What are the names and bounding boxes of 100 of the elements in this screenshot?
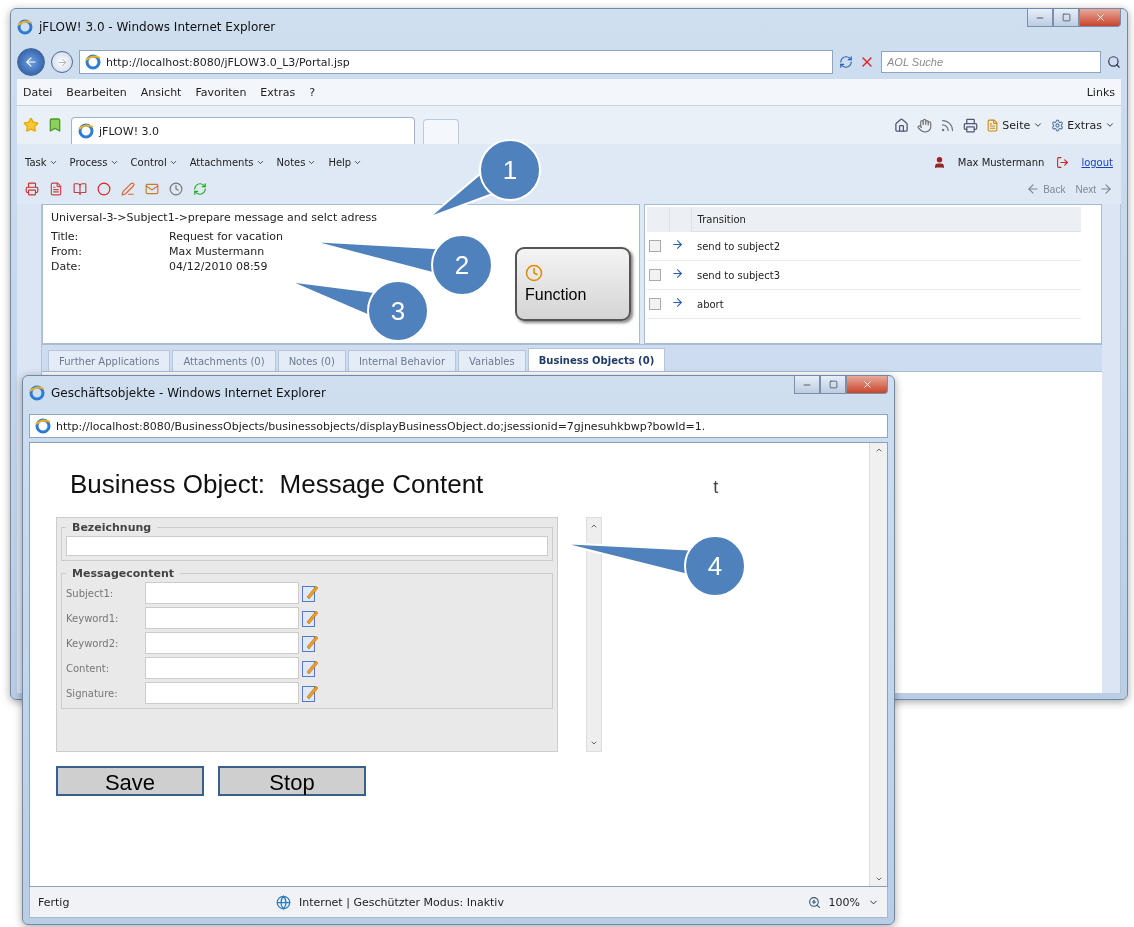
page-heading: Business Object: Message Content: [70, 469, 484, 500]
app-menu-item[interactable]: Task: [25, 156, 58, 168]
scrollbar[interactable]: [586, 517, 602, 752]
app-menu-item[interactable]: Control: [130, 156, 178, 168]
table-cell[interactable]: send to subject3: [691, 260, 1081, 290]
pen-icon[interactable]: [121, 182, 135, 196]
edit-icon[interactable]: [302, 634, 318, 652]
mail-icon[interactable]: [145, 182, 159, 196]
star-icon[interactable]: [23, 117, 39, 133]
logout-link[interactable]: logout: [1081, 156, 1113, 168]
app-menu-item[interactable]: Attachments: [189, 156, 265, 168]
checkbox[interactable]: [649, 298, 661, 310]
printer-icon[interactable]: [963, 117, 979, 133]
field-label: Date:: [51, 260, 82, 273]
menu-item[interactable]: Datei: [23, 85, 53, 99]
close-button[interactable]: [1079, 9, 1121, 27]
scrollbar[interactable]: [869, 443, 887, 886]
command-menu[interactable]: Extras: [1051, 118, 1115, 132]
search-field[interactable]: AOL Suche: [881, 51, 1101, 73]
menu-item[interactable]: Ansicht: [140, 85, 182, 99]
checkbox[interactable]: [649, 269, 661, 281]
edit-icon[interactable]: [302, 584, 318, 602]
input-field[interactable]: [145, 582, 299, 604]
browser-tab[interactable]: jFLOW! 3.0: [71, 117, 415, 144]
user-icon: [932, 155, 946, 169]
hand-icon[interactable]: [917, 117, 933, 133]
table-cell[interactable]: abort: [691, 289, 1081, 319]
tab[interactable]: Attachments (0): [172, 350, 276, 371]
refresh-icon[interactable]: [839, 55, 853, 69]
stop-button[interactable]: Stop: [218, 766, 366, 796]
tab[interactable]: Internal Behavior: [347, 350, 456, 371]
page-icon: [986, 118, 1000, 132]
user-name: Max Mustermann: [957, 156, 1045, 168]
links-label[interactable]: Links: [1086, 85, 1115, 99]
globe-icon: [276, 894, 291, 910]
zoom-icon[interactable]: [807, 895, 821, 909]
circle-icon[interactable]: [97, 182, 111, 196]
app-menu-item[interactable]: Help: [328, 156, 363, 168]
app-menu-item[interactable]: Process: [69, 156, 119, 168]
command-menu[interactable]: Seite: [986, 118, 1044, 132]
minimize-button[interactable]: [1027, 9, 1053, 27]
menu-item[interactable]: Extras: [260, 85, 296, 99]
search-icon[interactable]: [1107, 55, 1121, 69]
callout-number: 4: [707, 551, 723, 581]
input-field[interactable]: [145, 607, 299, 629]
tab[interactable]: Further Applications: [48, 350, 171, 371]
document-icon[interactable]: [49, 182, 63, 196]
close-button[interactable]: [846, 376, 888, 394]
logout-icon[interactable]: [1056, 155, 1070, 169]
browser-icon: [29, 385, 45, 401]
edit-icon[interactable]: [302, 659, 318, 677]
app-menu-item[interactable]: Notes: [276, 156, 317, 168]
edit-icon[interactable]: [302, 684, 318, 702]
bookmark-icon[interactable]: [47, 117, 63, 133]
clock-icon[interactable]: [169, 182, 183, 196]
caret-icon: [1033, 120, 1044, 130]
input-field[interactable]: [145, 682, 299, 704]
field-value: Request for vacation: [169, 230, 283, 243]
tab[interactable]: Notes (0): [277, 350, 346, 371]
maximize-button[interactable]: [820, 376, 846, 394]
menu-item[interactable]: ?: [309, 85, 315, 99]
input-field[interactable]: [145, 657, 299, 679]
book-icon[interactable]: [73, 182, 87, 196]
table-cell[interactable]: send to subject2: [691, 231, 1081, 261]
checkbox[interactable]: [649, 239, 661, 252]
browser-icon: [35, 418, 51, 434]
zoom-level[interactable]: 100%: [828, 895, 860, 909]
input-field[interactable]: [66, 536, 548, 556]
window-title: Geschäftsobjekte - Windows Internet Explorer: [51, 386, 327, 400]
maximize-button[interactable]: [1053, 9, 1079, 27]
function-button[interactable]: Function: [515, 247, 631, 321]
address-field[interactable]: http://localhost:8080/BusinessObjects/businessobjects/displayBusinessObject.do;jsessionid=7gjnesuhkbwp?bowId=1.: [29, 414, 888, 438]
tab[interactable]: Variables: [458, 350, 526, 371]
clock-icon: [525, 264, 543, 282]
fieldset-legend: Messagecontent: [66, 567, 180, 580]
address-field[interactable]: http://localhost:8080/jFLOW3.0_L3/Portal.jsp: [79, 50, 833, 74]
arrow-left-icon: [1026, 182, 1041, 196]
edit-icon[interactable]: [302, 609, 318, 627]
feed-icon[interactable]: [940, 117, 956, 133]
maximize-icon: [1061, 13, 1071, 22]
menu-item[interactable]: Bearbeiten: [66, 85, 127, 99]
maximize-icon: [828, 380, 838, 389]
menu-item[interactable]: Favoriten: [195, 85, 247, 99]
minimize-button[interactable]: [794, 376, 820, 394]
column-header: Transition: [691, 207, 1081, 232]
caret-up-icon[interactable]: [590, 522, 598, 530]
refresh-icon[interactable]: [193, 182, 207, 196]
address-text: http://localhost:8080/BusinessObjects/businessobjects/displayBusinessObject.do;jsessionid=7gjnesuhkbwp?bowId=1.: [56, 419, 706, 433]
home-icon[interactable]: [894, 117, 910, 133]
save-button[interactable]: Save: [56, 766, 204, 796]
caret-up-icon[interactable]: [874, 446, 883, 454]
printer-icon[interactable]: [25, 182, 39, 196]
arrow-left-icon: [24, 55, 38, 69]
field-value: Max Mustermann: [169, 245, 265, 258]
caret-down-icon[interactable]: [874, 875, 883, 883]
caret-down-icon[interactable]: [590, 739, 598, 747]
back-button[interactable]: [17, 48, 45, 76]
input-field[interactable]: [145, 632, 299, 654]
forward-button[interactable]: [51, 51, 73, 73]
tab[interactable]: Business Objects (0): [527, 348, 666, 371]
